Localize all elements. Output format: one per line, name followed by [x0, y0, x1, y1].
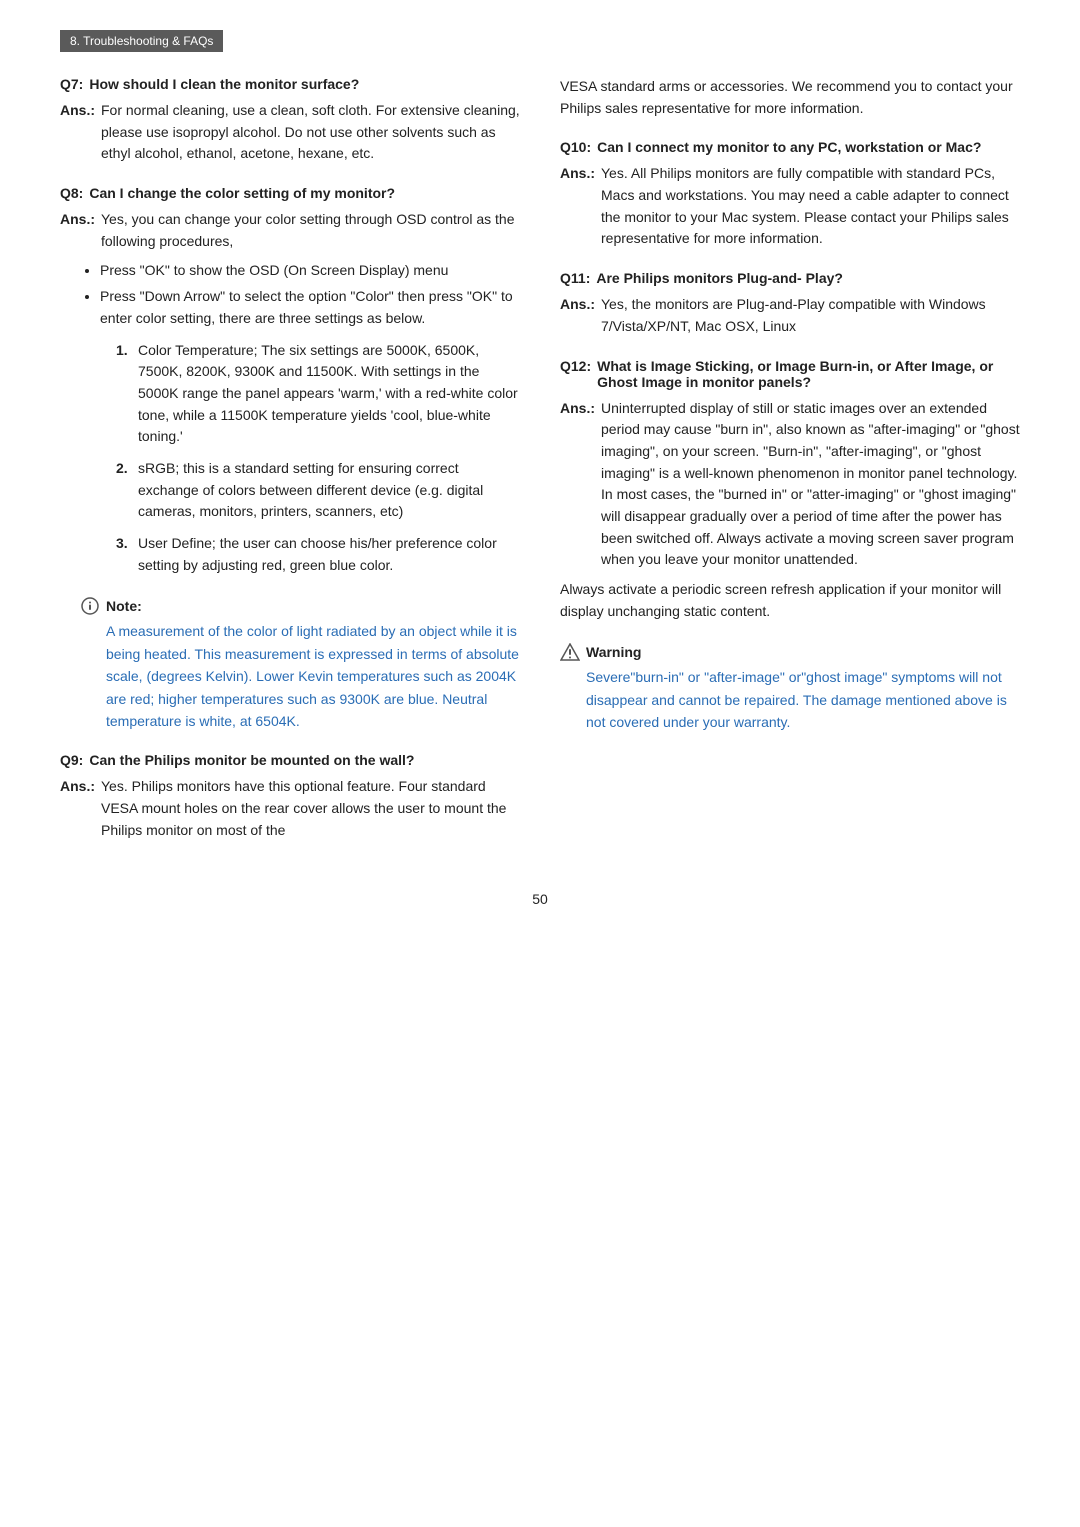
num-3: 3.: [116, 533, 132, 576]
left-column: Q7: How should I clean the monitor surfa…: [60, 76, 520, 861]
q9-answer-text: Yes. Philips monitors have this optional…: [101, 776, 520, 841]
num-3-text: User Define; the user can choose his/her…: [138, 533, 520, 576]
q8-text: Can I change the color setting of my mon…: [89, 185, 395, 201]
q9-label: Q9:: [60, 752, 83, 768]
q8-answer-intro: Ans.: Yes, you can change your color set…: [60, 209, 520, 252]
num-2: 2.: [116, 458, 132, 523]
q7-text: How should I clean the monitor surface?: [89, 76, 359, 92]
q9-block: Q9: Can the Philips monitor be mounted o…: [60, 752, 520, 841]
warning-header: Warning: [560, 642, 1020, 662]
q9-answer: Ans.: Yes. Philips monitors have this op…: [60, 776, 520, 841]
page-number: 50: [60, 891, 1020, 907]
breadcrumb: 8. Troubleshooting & FAQs: [60, 30, 223, 52]
q8-label: Q8:: [60, 185, 83, 201]
warning-icon: [560, 642, 580, 662]
q8-bullet-list: Press "OK" to show the OSD (On Screen Di…: [100, 260, 520, 329]
q9-continued-text: VESA standard arms or accessories. We re…: [560, 76, 1020, 119]
q11-answer-label: Ans.:: [560, 294, 595, 316]
num-2-text: sRGB; this is a standard setting for ens…: [138, 458, 520, 523]
numbered-item-2: 2. sRGB; this is a standard setting for …: [116, 458, 520, 523]
q9-answer-label: Ans.:: [60, 776, 95, 798]
note-block: Note: A measurement of the color of ligh…: [80, 596, 520, 732]
right-column: VESA standard arms or accessories. We re…: [560, 76, 1020, 861]
q7-block: Q7: How should I clean the monitor surfa…: [60, 76, 520, 165]
q10-answer-text: Yes. All Philips monitors are fully comp…: [601, 163, 1020, 250]
q12-answer-text: Uninterrupted display of still or static…: [601, 398, 1020, 572]
note-header: Note:: [80, 596, 520, 616]
q11-answer: Ans.: Yes, the monitors are Plug-and-Pla…: [560, 294, 1020, 337]
q9-continued-block: VESA standard arms or accessories. We re…: [560, 76, 1020, 119]
q12-block: Q12: What is Image Sticking, or Image Bu…: [560, 358, 1020, 623]
page: 8. Troubleshooting & FAQs Q7: How should…: [0, 0, 1080, 1527]
q10-answer: Ans.: Yes. All Philips monitors are full…: [560, 163, 1020, 250]
q10-question: Q10: Can I connect my monitor to any PC,…: [560, 139, 1020, 155]
q7-answer: Ans.: For normal cleaning, use a clean, …: [60, 100, 520, 165]
q10-block: Q10: Can I connect my monitor to any PC,…: [560, 139, 1020, 250]
q11-label: Q11:: [560, 270, 590, 286]
q7-question: Q7: How should I clean the monitor surfa…: [60, 76, 520, 92]
q11-block: Q11: Are Philips monitors Plug-and- Play…: [560, 270, 1020, 337]
warning-block: Warning Severe"burn-in" or "after-image"…: [560, 642, 1020, 733]
q8-numbered-list: 1. Color Temperature; The six settings a…: [116, 340, 520, 577]
q8-block: Q8: Can I change the color setting of my…: [60, 185, 520, 576]
two-column-layout: Q7: How should I clean the monitor surfa…: [60, 76, 1020, 861]
num-1-text: Color Temperature; The six settings are …: [138, 340, 520, 448]
numbered-item-3: 3. User Define; the user can choose his/…: [116, 533, 520, 576]
q7-answer-text: For normal cleaning, use a clean, soft c…: [101, 100, 520, 165]
warning-text: Severe"burn-in" or "after-image" or"ghos…: [586, 666, 1020, 733]
info-icon: [81, 597, 99, 615]
warning-label: Warning: [586, 644, 641, 660]
q11-answer-text: Yes, the monitors are Plug-and-Play comp…: [601, 294, 1020, 337]
q10-answer-label: Ans.:: [560, 163, 595, 185]
q11-question: Q11: Are Philips monitors Plug-and- Play…: [560, 270, 1020, 286]
bullet-item-2: Press "Down Arrow" to select the option …: [100, 286, 520, 329]
q9-text: Can the Philips monitor be mounted on th…: [89, 752, 414, 768]
note-label: Note:: [106, 598, 142, 614]
note-icon: [80, 596, 100, 616]
q10-label: Q10:: [560, 139, 591, 155]
note-text: A measurement of the color of light radi…: [106, 620, 520, 732]
bullet-item-1: Press "OK" to show the OSD (On Screen Di…: [100, 260, 520, 282]
q12-question: Q12: What is Image Sticking, or Image Bu…: [560, 358, 1020, 390]
q10-text: Can I connect my monitor to any PC, work…: [597, 139, 981, 155]
q12-answer-para2: Always activate a periodic screen refres…: [560, 579, 1020, 622]
q12-answer: Ans.: Uninterrupted display of still or …: [560, 398, 1020, 572]
q7-answer-label: Ans.:: [60, 100, 95, 122]
num-1: 1.: [116, 340, 132, 448]
q12-label: Q12:: [560, 358, 591, 374]
q11-text: Are Philips monitors Plug-and- Play?: [596, 270, 843, 286]
q8-question: Q8: Can I change the color setting of my…: [60, 185, 520, 201]
q8-answer-intro-text: Yes, you can change your color setting t…: [101, 209, 520, 252]
q9-question: Q9: Can the Philips monitor be mounted o…: [60, 752, 520, 768]
triangle-warning-icon: [560, 643, 580, 661]
q12-text: What is Image Sticking, or Image Burn-in…: [597, 358, 1020, 390]
q7-label: Q7:: [60, 76, 83, 92]
q12-answer-label: Ans.:: [560, 398, 595, 420]
q8-answer-label: Ans.:: [60, 209, 95, 231]
numbered-item-1: 1. Color Temperature; The six settings a…: [116, 340, 520, 448]
